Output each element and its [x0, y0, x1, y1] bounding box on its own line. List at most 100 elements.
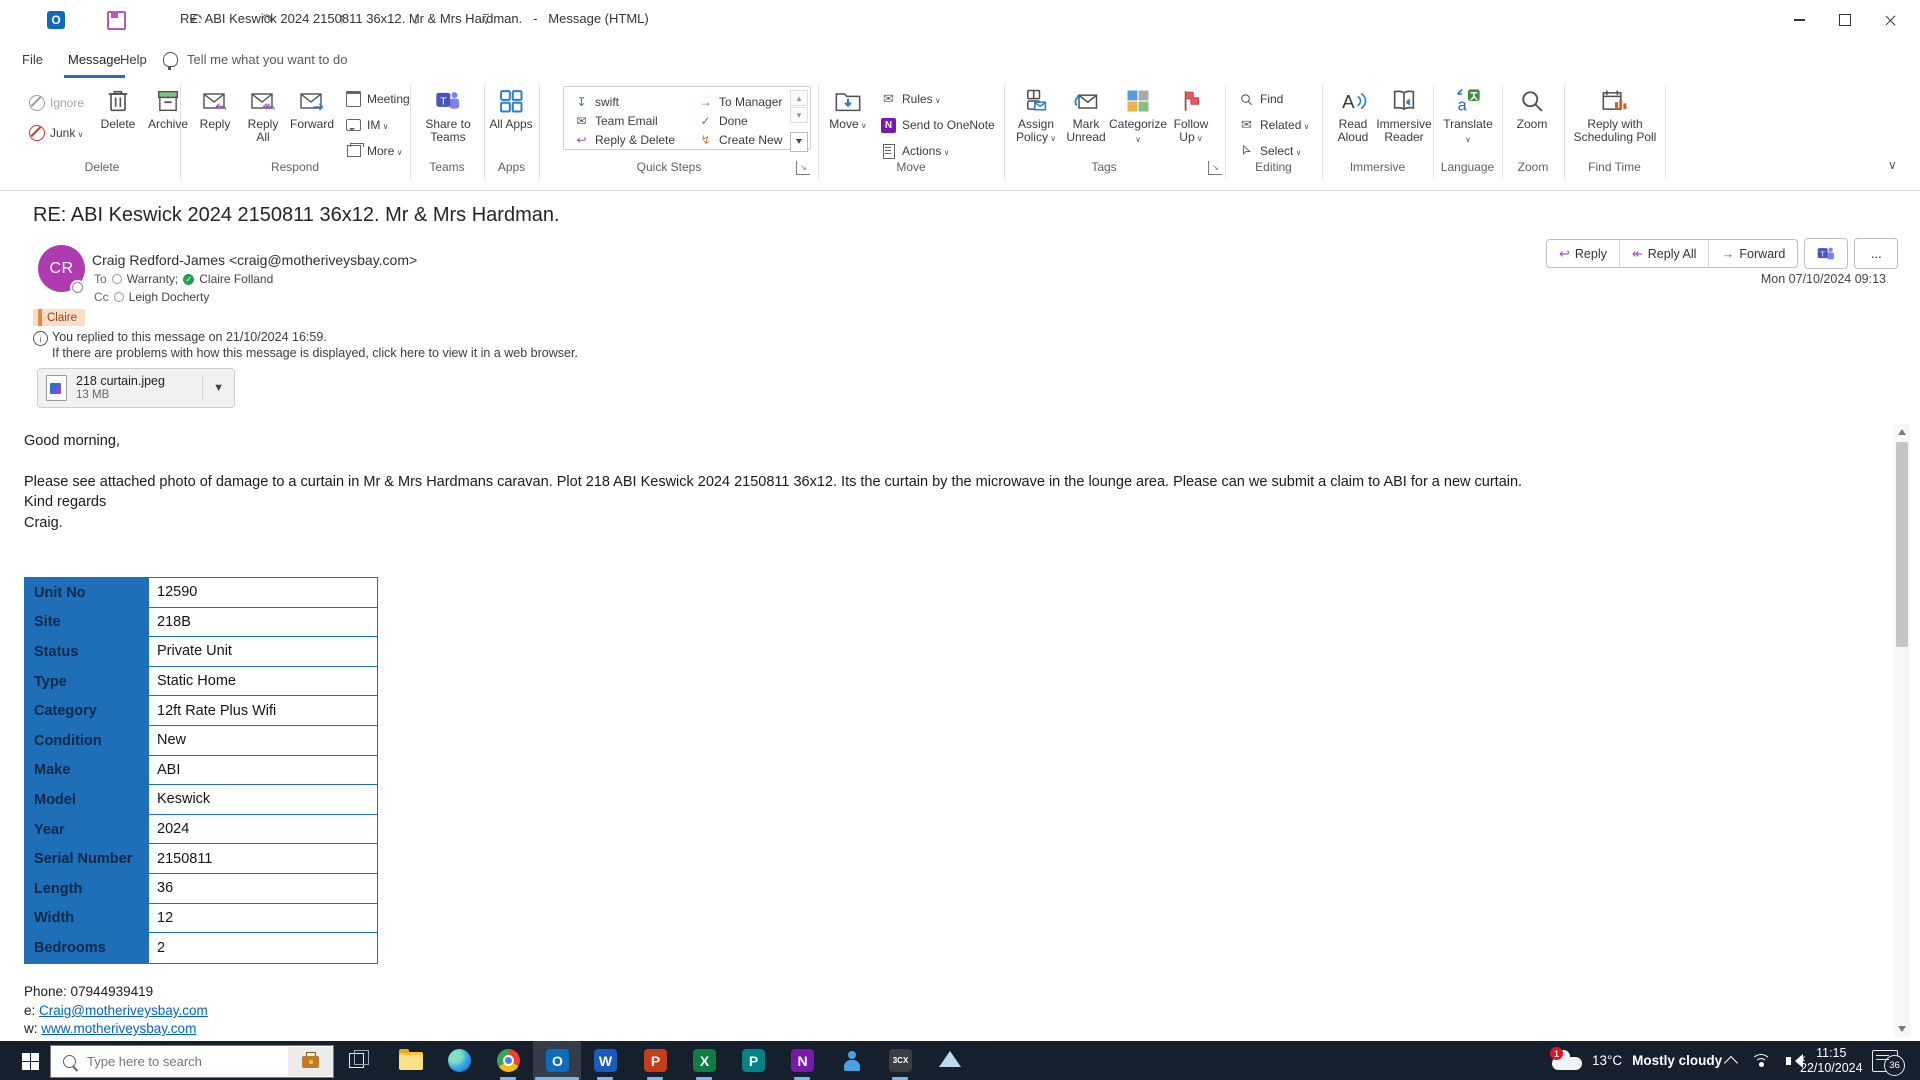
reply-button[interactable]: Reply — [192, 86, 238, 131]
ignore-icon — [28, 95, 45, 112]
system-tray — [1723, 1041, 1806, 1080]
more-actions-button[interactable]: ... — [1854, 238, 1899, 269]
3d-viewer-app-icon[interactable] — [937, 1048, 962, 1073]
attachment-dropdown-icon[interactable]: ▼ — [202, 376, 234, 400]
tags-dialog-launcher-icon[interactable]: ↘ — [1208, 161, 1222, 175]
scroll-down-icon[interactable] — [1894, 1021, 1910, 1037]
collapse-ribbon-icon[interactable]: ∨ — [1888, 158, 1897, 172]
save-icon[interactable] — [106, 9, 126, 31]
message-scrollbar[interactable] — [1894, 424, 1910, 1037]
display-problems-notice[interactable]: If there are problems with how this mess… — [52, 346, 578, 360]
categorize-button[interactable]: Categorize — [1108, 86, 1168, 146]
action-center-button[interactable]: 36 — [1872, 1041, 1905, 1080]
maximize-button[interactable] — [1822, 0, 1868, 40]
tab-file[interactable]: File — [16, 48, 49, 71]
body-paragraph: Please see attached photo of damage to a… — [24, 474, 1523, 490]
signature-web-line: w: www.motheriveysbay.com — [24, 1021, 197, 1036]
all-apps-button[interactable]: All Apps — [489, 86, 533, 131]
tell-me-box[interactable]: Tell me what you want to do — [187, 52, 347, 67]
recipient-leigh-docherty[interactable]: Leigh Docherty — [129, 290, 210, 304]
archive-icon — [154, 86, 182, 116]
powerpoint-app-icon[interactable]: P — [643, 1048, 668, 1073]
forward-button[interactable]: Forward — [286, 86, 338, 131]
related-button[interactable]: ✉ Related — [1238, 114, 1309, 136]
recipient-warranty[interactable]: Warranty; — [127, 272, 179, 286]
taskbar-search-box[interactable] — [50, 1045, 334, 1078]
forward-arrow-icon: → — [1721, 246, 1735, 261]
move-button[interactable]: Move — [823, 86, 873, 132]
scroll-up-icon[interactable] — [1894, 424, 1910, 440]
cc-recipients-row: Cc Leigh Docherty — [94, 290, 209, 304]
quick-steps-more-button[interactable]: ▼ — [790, 132, 808, 152]
blue-figure-app-icon[interactable] — [839, 1048, 864, 1073]
edge-app-icon[interactable] — [447, 1048, 472, 1073]
weather-widget[interactable]: 1 13°C Mostly cloudy — [1550, 1041, 1722, 1080]
hidden-icons-chevron-icon[interactable] — [1723, 1055, 1739, 1070]
immersive-reader-button[interactable]: Immersive Reader — [1376, 86, 1432, 144]
find-button[interactable]: Find — [1238, 88, 1283, 110]
minimize-button[interactable] — [1776, 0, 1822, 40]
reply-all-button[interactable]: Reply All — [240, 86, 286, 144]
select-button[interactable]: Select — [1238, 140, 1301, 162]
search-assistant-icon[interactable] — [288, 1047, 333, 1076]
outlook-app-icon[interactable]: O — [545, 1048, 570, 1073]
word-app-icon[interactable]: W — [593, 1048, 618, 1073]
send-to-onenote-button[interactable]: N Send to OneNote — [880, 114, 995, 136]
reply-with-scheduling-poll-button[interactable]: Reply with Scheduling Poll — [1570, 86, 1660, 144]
junk-button[interactable]: Junk — [28, 122, 83, 144]
quick-step-done[interactable]: ✓ Done — [698, 111, 747, 131]
mark-unread-button[interactable]: Mark Unread — [1064, 86, 1108, 144]
read-aloud-button[interactable]: Read Aloud — [1330, 86, 1376, 144]
rules-button[interactable]: ✉ Rules — [880, 88, 941, 110]
archive-button[interactable]: Archive — [141, 86, 195, 131]
clock[interactable]: 11:15 22/10/2024 — [1800, 1041, 1863, 1080]
quick-step-swift[interactable]: ↧ swift — [574, 92, 619, 112]
file-explorer-app-icon[interactable] — [398, 1048, 423, 1073]
threecx-app-icon[interactable]: 3CX — [888, 1048, 913, 1073]
start-button[interactable] — [10, 1049, 50, 1073]
zoom-button[interactable]: Zoom — [1508, 86, 1556, 131]
chrome-app-icon[interactable] — [496, 1048, 521, 1073]
move-folder-icon — [834, 86, 862, 116]
tab-help[interactable]: Help — [114, 48, 153, 71]
im-button[interactable]: IM — [345, 114, 388, 136]
table-row-value: Private Unit — [149, 637, 377, 667]
reply-all-header-button[interactable]: ↞ Reply All — [1620, 240, 1710, 267]
close-button[interactable] — [1868, 0, 1914, 40]
task-view-button[interactable] — [346, 1050, 372, 1072]
quick-steps-dialog-launcher-icon[interactable]: ↘ — [796, 161, 810, 175]
delete-button[interactable]: Delete — [93, 86, 143, 131]
to-recipients-row: To Warranty; ✓ Claire Folland — [94, 272, 273, 286]
quick-step-to-manager[interactable]: → To Manager — [698, 92, 783, 112]
actions-button[interactable]: Actions — [880, 140, 949, 162]
follow-up-button[interactable]: Follow Up — [1168, 86, 1214, 145]
ignore-button[interactable]: Ignore — [28, 92, 84, 114]
more-respond-button[interactable]: More — [345, 140, 402, 162]
excel-app-icon[interactable]: X — [692, 1048, 717, 1073]
quick-step-reply-delete[interactable]: ↩ Reply & Delete — [574, 130, 675, 150]
category-badge[interactable]: Claire — [33, 309, 86, 326]
forward-header-button[interactable]: → Forward — [1709, 240, 1797, 267]
quick-step-create-new[interactable]: ↯ Create New — [698, 130, 782, 150]
quick-steps-scroll-down[interactable]: ▼ — [790, 107, 808, 123]
quick-step-team-email[interactable]: ✉ Team Email — [574, 111, 657, 131]
info-icon: i — [33, 331, 48, 346]
quick-steps-scroll-up[interactable]: ▲ — [790, 90, 808, 106]
search-input[interactable] — [85, 1053, 288, 1070]
publisher-app-icon[interactable]: P — [741, 1048, 766, 1073]
scrollbar-thumb[interactable] — [1896, 442, 1908, 647]
attachment-chip[interactable]: 218 curtain.jpeg 13 MB ▼ — [37, 368, 235, 408]
email-link[interactable]: Craig@motheriveysbay.com — [39, 1003, 208, 1018]
group-label-delete: Delete — [84, 160, 120, 174]
website-link[interactable]: www.motheriveysbay.com — [41, 1021, 196, 1036]
sender-line[interactable]: Craig Redford-James <craig@motheriveysba… — [92, 252, 417, 268]
recipient-claire-folland[interactable]: Claire Folland — [199, 272, 273, 286]
share-to-teams-button[interactable]: Share to Teams — [419, 86, 477, 144]
meeting-button[interactable]: Meeting — [345, 88, 410, 110]
wifi-icon[interactable] — [1752, 1053, 1770, 1068]
assign-policy-button[interactable]: Assign Policy — [1010, 86, 1062, 145]
share-to-teams-header-button[interactable] — [1804, 238, 1849, 269]
translate-button[interactable]: Translate — [1441, 86, 1495, 146]
onenote-app-icon[interactable]: N — [790, 1048, 815, 1073]
reply-header-button[interactable]: ↩ Reply — [1547, 240, 1620, 267]
